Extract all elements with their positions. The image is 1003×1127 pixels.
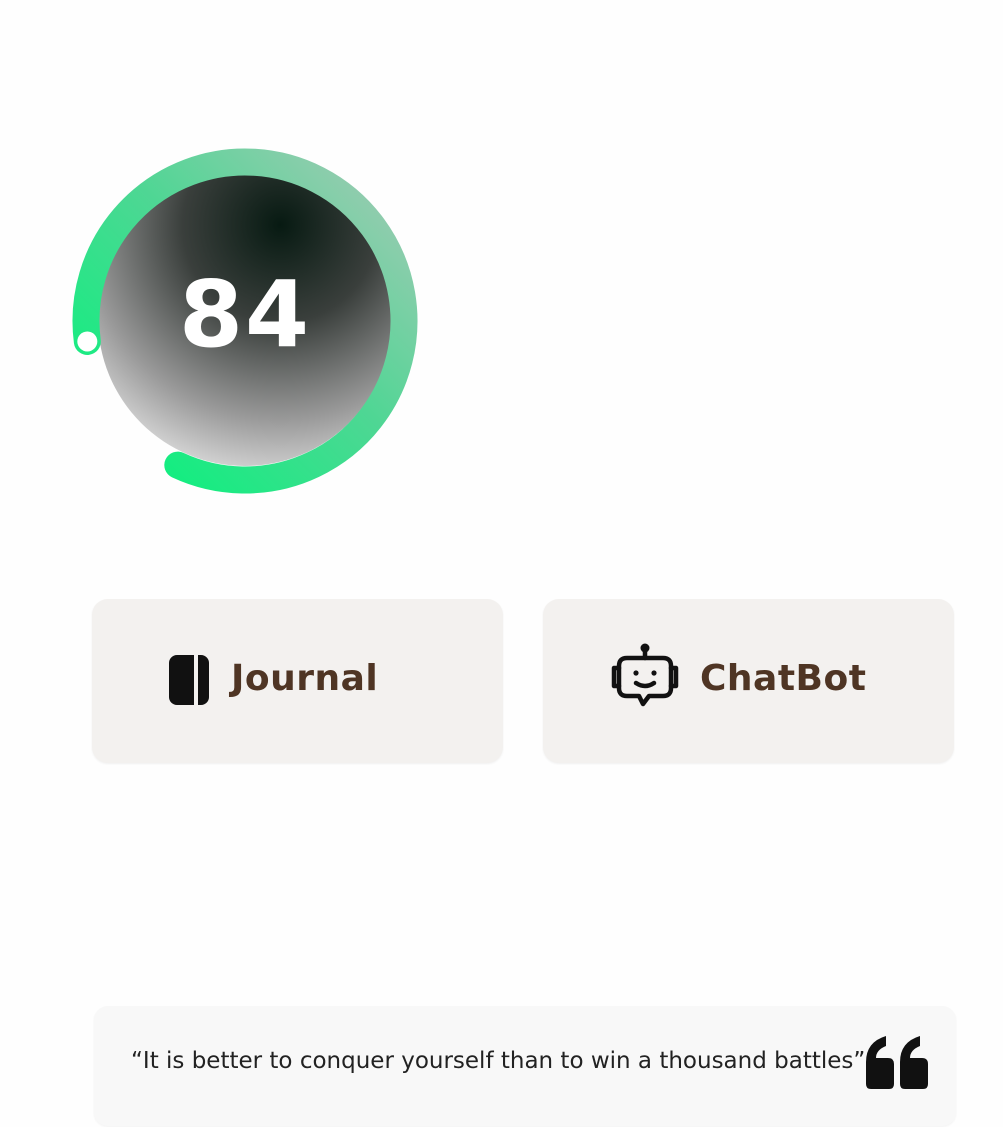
quote-mark-icon	[864, 1034, 930, 1090]
chatbot-label: ChatBot	[700, 658, 867, 699]
score-progress-knob	[77, 331, 98, 352]
quote-card: “It is better to conquer yourself than t…	[94, 1006, 956, 1126]
robot-icon	[611, 642, 679, 708]
score-value: 84	[178, 261, 312, 368]
quote-text: “It is better to conquer yourself than t…	[131, 1048, 866, 1074]
journal-button[interactable]: Journal	[92, 599, 503, 763]
chatbot-button[interactable]: ChatBot	[543, 599, 954, 763]
journal-icon	[168, 653, 210, 707]
journal-label: Journal	[231, 658, 379, 699]
wellness-score-widget: 84	[60, 136, 430, 506]
